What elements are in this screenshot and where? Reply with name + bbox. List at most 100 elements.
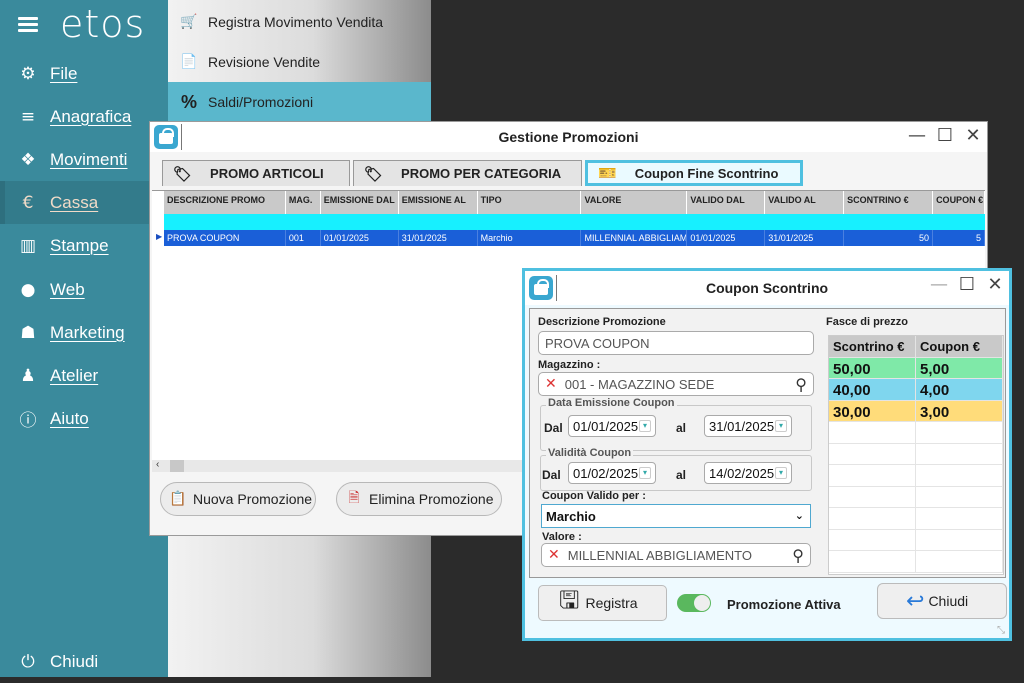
resize-grip-icon[interactable]: ⤡: [997, 625, 1005, 636]
valore-field[interactable]: ✕ MILLENNIAL ABBIGLIAMENTO ⚲: [541, 543, 811, 567]
date-value: 01/01/2025: [573, 418, 639, 434]
grid-filter-row[interactable]: [164, 214, 985, 230]
search-icon[interactable]: ⚲: [795, 375, 807, 394]
button-label: Registra: [585, 595, 638, 611]
column-header[interactable]: EMISSIONE DAL: [321, 191, 399, 214]
select-value: Marchio: [546, 508, 596, 524]
scroll-left-icon[interactable]: ‹: [156, 459, 159, 470]
column-header[interactable]: TIPO: [478, 191, 582, 214]
fascia-empty-row[interactable]: [829, 443, 1003, 465]
minimize-icon[interactable]: —: [907, 125, 927, 147]
scontrino-value: 40,00: [829, 379, 916, 400]
valore-value: MILLENNIAL ABBIGLIAMENTO: [567, 547, 752, 563]
fascia-empty-row[interactable]: [829, 508, 1003, 530]
empty-cell: [916, 529, 1003, 550]
promozione-attiva-toggle[interactable]: [677, 594, 711, 612]
power-icon: ⏻: [21, 651, 35, 672]
column-header[interactable]: VALIDO DAL: [687, 191, 766, 214]
back-arrow-icon: ↩: [906, 588, 925, 614]
maximize-icon[interactable]: ☐: [935, 125, 955, 147]
sidebar-item-atelier[interactable]: ♟ Atelier: [0, 354, 168, 397]
column-header[interactable]: MAG.: [286, 191, 321, 214]
clear-icon[interactable]: ✕: [545, 376, 557, 392]
sidebar-item-aiuto[interactable]: ⓘ Aiuto: [0, 397, 168, 440]
validita-al-date[interactable]: 14/02/2025 ▾: [704, 462, 792, 484]
empty-cell: [916, 465, 1003, 486]
info-icon: ⓘ: [19, 411, 37, 431]
clipboard-icon: 📋: [169, 491, 187, 507]
clear-icon[interactable]: ✕: [548, 547, 560, 563]
validita-al-label: al: [676, 468, 687, 482]
valido-per-label: Coupon Valido per :: [542, 490, 646, 502]
empty-cell: [829, 551, 916, 572]
button-label: Chiudi: [928, 593, 969, 609]
dropdown-icon[interactable]: ▾: [775, 420, 787, 432]
tab-promo-articoli[interactable]: 🏷 PROMO ARTICOLI: [162, 160, 350, 186]
coupon-value: 4,00: [916, 379, 1003, 400]
tab-coupon-fine-scontrino[interactable]: 🎫 Coupon Fine Scontrino: [585, 160, 803, 186]
sidebar-item-stampe[interactable]: ▥ Stampe: [0, 224, 168, 267]
table-cell: 5: [933, 230, 985, 246]
column-header[interactable]: COUPON €: [933, 191, 985, 214]
fascia-empty-row[interactable]: [829, 551, 1003, 573]
fascia-empty-row[interactable]: [829, 422, 1003, 444]
submenu-item-saldi-promozioni[interactable]: % Saldi/Promozioni: [168, 82, 431, 122]
promozione-attiva-label: Promozione Attiva: [727, 597, 841, 612]
sidebar: etos ⚙ File ≡ Anagrafica ❖ Movimenti € Cassa ▥ St…: [0, 0, 168, 677]
sidebar-item-label: Cassa: [50, 192, 99, 212]
sidebar-item-movimenti[interactable]: ❖ Movimenti: [0, 138, 168, 181]
minimize-icon[interactable]: —: [929, 274, 949, 296]
chiudi-button[interactable]: ↩ Chiudi: [877, 583, 1007, 619]
valore-label: Valore :: [542, 531, 582, 543]
column-header[interactable]: VALORE: [581, 191, 688, 214]
search-icon[interactable]: ⚲: [792, 546, 804, 565]
column-header[interactable]: VALIDO AL: [765, 191, 845, 214]
fascia-empty-row[interactable]: [829, 465, 1003, 487]
fascia-empty-row[interactable]: [829, 529, 1003, 551]
empty-cell: [916, 443, 1003, 464]
sidebar-item-marketing[interactable]: ☗ Marketing: [0, 311, 168, 354]
dropdown-icon[interactable]: ▾: [639, 420, 651, 432]
empty-cell: [829, 529, 916, 550]
bar-chart-icon: ▥: [19, 235, 37, 256]
table-row[interactable]: PROVA COUPON 001 01/01/2025 31/01/2025 March…: [164, 230, 985, 246]
submenu-item-revisione-vendite[interactable]: 📄 Revisione Vendite: [168, 42, 431, 82]
dropdown-icon[interactable]: ▾: [639, 467, 651, 479]
fasce-di-prezzo-table: Scontrino € Coupon € 50,00 5,00 40,00 4,00 3…: [828, 335, 1004, 575]
fascia-row[interactable]: 50,00 5,00: [829, 357, 1003, 379]
date-value: 31/01/2025: [709, 418, 775, 434]
column-header[interactable]: EMISSIONE AL: [399, 191, 478, 214]
registra-button[interactable]: 🖫 Registra: [538, 585, 667, 621]
nuova-promozione-button[interactable]: 📋 Nuova Promozione: [160, 482, 316, 516]
submenu-item-registra-vendita[interactable]: 🛒 Registra Movimento Vendita: [168, 2, 431, 42]
sidebar-item-anagrafica[interactable]: ≡ Anagrafica: [0, 95, 168, 138]
row-indicator-icon: ▶: [156, 232, 163, 241]
date-value: 01/02/2025: [573, 465, 639, 481]
sidebar-item-file[interactable]: ⚙ File: [0, 52, 168, 95]
sidebar-item-label: Marketing: [50, 322, 125, 342]
column-header: Scontrino €: [829, 336, 916, 357]
emissione-al-date[interactable]: 31/01/2025 ▾: [704, 415, 792, 437]
maximize-icon[interactable]: ☐: [957, 274, 977, 296]
emissione-dal-date[interactable]: 01/01/2025 ▾: [568, 415, 656, 437]
sidebar-item-label: Aiuto: [50, 408, 89, 428]
close-icon[interactable]: ✕: [985, 274, 1005, 296]
sidebar-item-cassa[interactable]: € Cassa: [0, 181, 168, 224]
valido-per-select[interactable]: Marchio ⌄: [541, 504, 811, 528]
column-header[interactable]: SCONTRINO €: [844, 191, 934, 214]
fascia-row[interactable]: 40,00 4,00: [829, 379, 1003, 401]
fascia-row[interactable]: 30,00 3,00: [829, 400, 1003, 422]
horizontal-scrollbar[interactable]: ‹: [152, 459, 532, 472]
elimina-promozione-button[interactable]: 🗎 Elimina Promozione: [336, 482, 502, 516]
tab-promo-per-categoria[interactable]: 🏷 PROMO PER CATEGORIA: [353, 160, 582, 186]
validita-dal-date[interactable]: 01/02/2025 ▾: [568, 462, 656, 484]
descrizione-input[interactable]: PROVA COUPON: [538, 331, 814, 355]
column-header[interactable]: DESCRIZIONE PROMO: [164, 191, 286, 214]
dropdown-icon[interactable]: ▾: [775, 467, 787, 479]
sidebar-item-web[interactable]: ● Web: [0, 268, 168, 311]
fascia-empty-row[interactable]: [829, 486, 1003, 508]
hamburger-menu-icon[interactable]: [18, 14, 38, 35]
close-icon[interactable]: ✕: [963, 125, 983, 147]
magazzino-field[interactable]: ✕ 001 - MAGAZZINO SEDE ⚲: [538, 372, 814, 396]
empty-cell: [916, 551, 1003, 572]
